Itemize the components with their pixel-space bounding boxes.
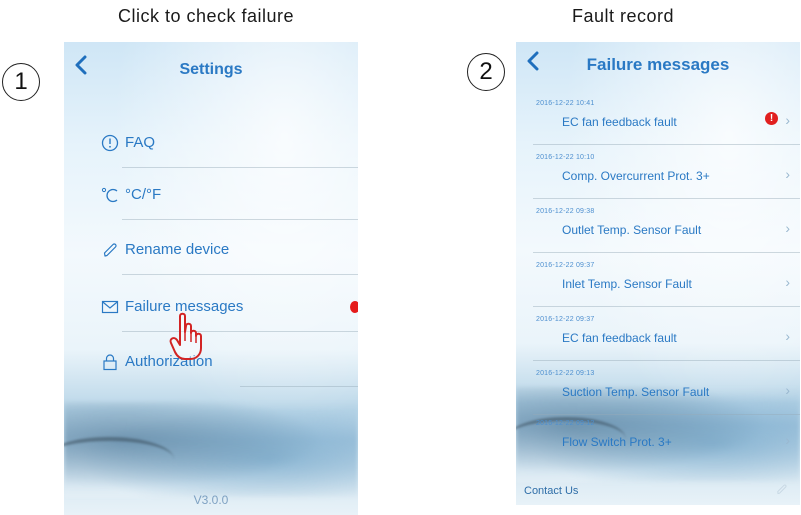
chevron-right-icon: › [785, 112, 790, 128]
info-icon [101, 134, 119, 152]
chevron-right-icon: › [785, 166, 790, 182]
fault-message: EC fan feedback fault [562, 331, 677, 345]
pencil-icon[interactable] [776, 483, 788, 495]
menu-label-faq: FAQ [125, 134, 156, 151]
chevron-right-icon: › [785, 274, 790, 290]
fault-message: Suction Temp. Sensor Fault [562, 385, 710, 399]
contact-us-link[interactable]: Contact Us [524, 485, 578, 497]
fault-timestamp: 2016-12-22 09:38 [536, 208, 595, 215]
divider [533, 252, 800, 253]
divider [533, 360, 800, 361]
chevron-right-icon: › [785, 432, 790, 448]
divider [122, 219, 358, 220]
fault-timestamp: 2016-12-22 10:10 [536, 154, 595, 161]
fault-record-row[interactable]: 2016-12-22 10:10 Comp. Overcurrent Prot.… [516, 146, 800, 199]
fault-record-row[interactable]: 2016-12-22 09:12 Flow Switch Prot. 3+ › [516, 412, 800, 465]
divider [533, 198, 800, 199]
menu-label-rename-device: Rename device [125, 241, 230, 258]
fault-message: Flow Switch Prot. 3+ [562, 435, 672, 449]
divider [122, 274, 358, 275]
settings-screen: Settings FAQ °C/°F Rename device Failure… [64, 42, 358, 515]
chevron-right-icon: › [785, 328, 790, 344]
settings-header: Settings [64, 42, 358, 94]
fault-record-row[interactable]: 2016-12-22 09:37 EC fan feedback fault › [516, 308, 800, 361]
fault-message: Inlet Temp. Sensor Fault [562, 277, 692, 291]
page-title: Failure messages [586, 55, 730, 74]
pencil-icon [103, 243, 117, 257]
pointing-hand-cursor-icon [169, 312, 202, 360]
fault-record-row[interactable]: 2016-12-22 09:13 Suction Temp. Sensor Fa… [516, 362, 800, 415]
menu-item-authorization[interactable]: Authorization [64, 337, 358, 387]
menu-item-faq[interactable]: FAQ [64, 118, 358, 168]
fault-timestamp: 2016-12-22 09:13 [536, 370, 595, 377]
fault-message: EC fan feedback fault [562, 115, 677, 129]
fault-timestamp: 2016-12-22 09:37 [536, 262, 595, 269]
fault-record-row[interactable]: 2016-12-22 10:41 EC fan feedback fault !… [516, 92, 800, 145]
divider [533, 144, 800, 145]
divider [122, 331, 358, 332]
fault-timestamp: 2016-12-22 09:37 [536, 316, 595, 323]
caption-fault-record: Fault record [572, 6, 675, 26]
fault-message: Comp. Overcurrent Prot. 3+ [562, 169, 710, 183]
caption-click-to-check: Click to check failure [118, 6, 295, 26]
temperature-icon [101, 187, 118, 203]
unread-alert-dot [350, 301, 358, 313]
step-number-2: 2 [467, 53, 505, 91]
divider [240, 386, 358, 387]
unread-alert-badge: ! [765, 112, 778, 125]
chevron-right-icon: › [785, 382, 790, 398]
fault-timestamp: 2016-12-22 10:41 [536, 100, 595, 107]
version-label: V3.0.0 [193, 493, 229, 507]
failure-messages-screen: Failure messages 2016-12-22 10:41 EC fan… [516, 42, 800, 505]
menu-label-temperature-unit: °C/°F [125, 186, 162, 203]
chevron-right-icon: › [785, 220, 790, 236]
divider [122, 167, 358, 168]
fault-record-row[interactable]: 2016-12-22 09:37 Inlet Temp. Sensor Faul… [516, 254, 800, 307]
page-title: Settings [179, 61, 243, 78]
step-number-1: 1 [2, 63, 40, 101]
menu-item-rename-device[interactable]: Rename device [64, 225, 358, 275]
failure-messages-header: Failure messages [516, 42, 800, 84]
menu-item-temperature-unit[interactable]: °C/°F [64, 170, 358, 220]
fault-message: Outlet Temp. Sensor Fault [562, 223, 702, 237]
fault-timestamp: 2016-12-22 09:12 [536, 420, 595, 427]
envelope-icon [101, 300, 119, 314]
fault-record-row[interactable]: 2016-12-22 09:38 Outlet Temp. Sensor Fau… [516, 200, 800, 253]
menu-item-failure-messages[interactable]: Failure messages [64, 282, 358, 332]
lock-icon [103, 354, 117, 371]
divider [533, 306, 800, 307]
